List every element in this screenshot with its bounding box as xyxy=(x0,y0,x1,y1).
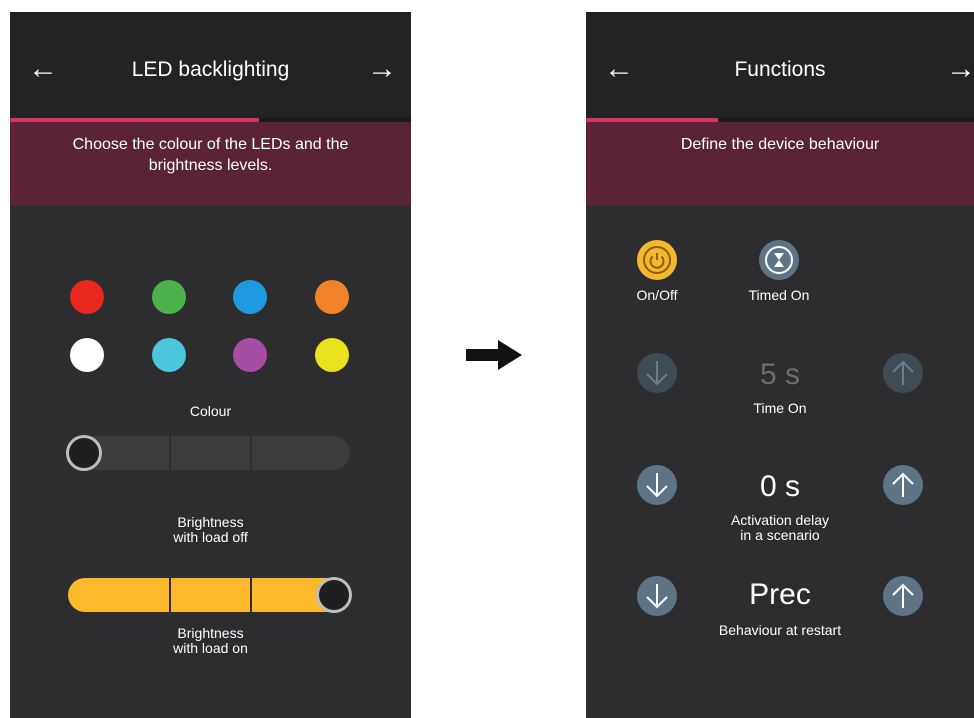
brightness-on-label-line1: Brightness xyxy=(177,625,244,641)
on-off-label: On/Off xyxy=(636,287,678,303)
top-bar: ← Functions → xyxy=(586,12,974,120)
brightness-off-knob[interactable] xyxy=(66,435,102,471)
instruction-text: Define the device behaviour xyxy=(680,136,880,153)
colour-swatch-blue[interactable] xyxy=(233,280,267,314)
brightness-off-slider[interactable] xyxy=(68,436,350,470)
colour-swatch-green[interactable] xyxy=(152,280,186,314)
colour-swatch-purple[interactable] xyxy=(233,338,267,372)
brightness-off-label-line1: Brightness xyxy=(177,514,244,530)
behaviour-restart-label: Behaviour at restart xyxy=(718,622,842,638)
arrow-up-icon xyxy=(892,472,914,497)
colour-swatch-yellow[interactable] xyxy=(315,338,349,372)
time-on-label: Time On xyxy=(753,400,807,416)
top-bar: ← LED backlighting → xyxy=(10,12,411,120)
instruction-text: Choose the colour of the LEDs and the br… xyxy=(72,136,349,174)
colour-swatch-orange[interactable] xyxy=(315,280,349,314)
timed-on-function-button[interactable] xyxy=(759,240,799,280)
instruction-banner: Choose the colour of the LEDs and the br… xyxy=(10,122,411,206)
activation-delay-label-line2: in a scenario xyxy=(740,527,820,543)
activation-delay-label-line1: Activation delay xyxy=(730,512,830,528)
activation-delay-label: Activation delay in a scenario xyxy=(586,513,974,543)
brightness-on-label-line2: with load on xyxy=(173,640,248,656)
next-step-arrow-icon xyxy=(466,340,522,370)
arrow-up-icon xyxy=(892,360,914,385)
slider-divider xyxy=(250,436,252,470)
behaviour-restart-increase-button[interactable] xyxy=(883,576,923,616)
time-on-increase-button[interactable] xyxy=(883,353,923,393)
brightness-off-label: Brightness with load off xyxy=(10,515,411,545)
functions-screen: ← Functions → Define the device behaviou… xyxy=(586,12,974,718)
colour-swatch-cyan[interactable] xyxy=(152,338,186,372)
screen-title: LED backlighting xyxy=(131,58,290,81)
forward-arrow-icon[interactable]: → xyxy=(367,54,397,84)
slider-divider xyxy=(169,436,171,470)
timed-on-label: Timed On xyxy=(748,287,810,303)
led-backlighting-screen: ← LED backlighting → Choose the colour o… xyxy=(10,12,411,718)
activation-delay-increase-button[interactable] xyxy=(883,465,923,505)
slider-divider xyxy=(250,578,252,612)
colour-swatch-red[interactable] xyxy=(70,280,104,314)
forward-arrow-icon[interactable]: → xyxy=(946,54,974,84)
brightness-off-label-line2: with load off xyxy=(173,529,248,545)
arrow-up-icon xyxy=(892,583,914,608)
colour-swatch-white[interactable] xyxy=(70,338,104,372)
screen-title: Functions xyxy=(734,58,826,81)
slider-divider xyxy=(169,578,171,612)
hourglass-icon xyxy=(765,246,793,274)
instruction-banner: Define the device behaviour xyxy=(586,122,974,206)
brightness-on-knob[interactable] xyxy=(316,577,352,613)
colour-label: Colour xyxy=(189,403,232,419)
power-icon xyxy=(643,246,671,274)
on-off-function-button[interactable] xyxy=(637,240,677,280)
brightness-on-slider[interactable] xyxy=(68,578,350,612)
brightness-on-label: Brightness with load on xyxy=(10,626,411,656)
